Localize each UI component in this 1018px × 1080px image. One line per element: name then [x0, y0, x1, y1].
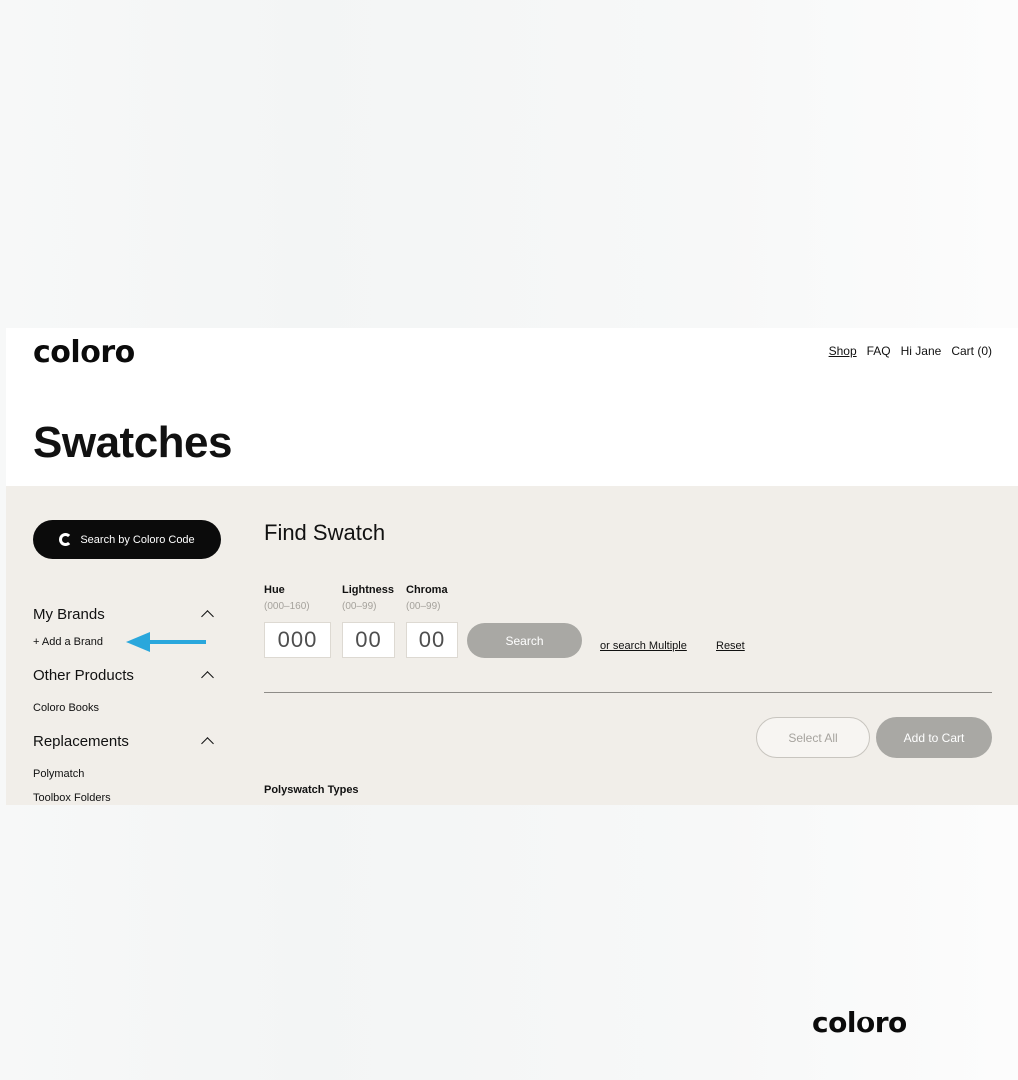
select-all-button[interactable]: Select All: [756, 717, 870, 758]
coloro-logo[interactable]: coloro: [33, 335, 135, 370]
add-to-cart-button[interactable]: Add to Cart: [876, 717, 992, 758]
polyswatch-types-heading: Polyswatch Types: [264, 784, 359, 796]
lightness-label: Lightness: [342, 584, 394, 596]
lightness-input[interactable]: 00: [342, 622, 395, 658]
top-nav: Shop FAQ Hi Jane Cart (0): [829, 344, 992, 358]
search-multiple-link[interactable]: or search Multiple: [600, 640, 687, 652]
nav-cart-link[interactable]: Cart (0): [951, 344, 992, 358]
arrow-left-icon: [126, 632, 206, 652]
search-by-code-label: Search by Coloro Code: [80, 533, 195, 546]
chroma-range: (00–99): [406, 601, 441, 612]
sidebar-item-coloro-books[interactable]: Coloro Books: [33, 702, 99, 714]
coloro-c-icon: [59, 533, 73, 546]
page-title: Swatches: [33, 418, 232, 467]
search-by-code-button[interactable]: Search by Coloro Code: [33, 520, 221, 559]
sidebar-item-toolbox-folders[interactable]: Toolbox Folders: [33, 792, 111, 804]
nav-faq-link[interactable]: FAQ: [867, 344, 891, 358]
reset-link[interactable]: Reset: [716, 640, 745, 652]
hue-input[interactable]: 000: [264, 622, 331, 658]
sidebar-item-polymatch[interactable]: Polymatch: [33, 768, 84, 780]
find-swatch-title: Find Swatch: [264, 520, 386, 545]
divider: [264, 692, 992, 693]
sidebar-section-replacements[interactable]: Replacements: [33, 733, 129, 750]
nav-account-link[interactable]: Hi Jane: [901, 344, 942, 358]
search-button[interactable]: Search: [467, 623, 582, 658]
sidebar-section-my-brands[interactable]: My Brands: [33, 606, 105, 623]
nav-shop-link[interactable]: Shop: [829, 344, 857, 358]
chroma-label: Chroma: [406, 584, 448, 596]
hue-label: Hue: [264, 584, 285, 596]
sidebar-section-other-products[interactable]: Other Products: [33, 667, 134, 684]
add-brand-link[interactable]: + Add a Brand: [33, 636, 103, 648]
lightness-range: (00–99): [342, 601, 377, 612]
chroma-input[interactable]: 00: [406, 622, 458, 658]
coloro-logo: coloro: [812, 1006, 907, 1039]
hue-range: (000–160): [264, 601, 310, 612]
